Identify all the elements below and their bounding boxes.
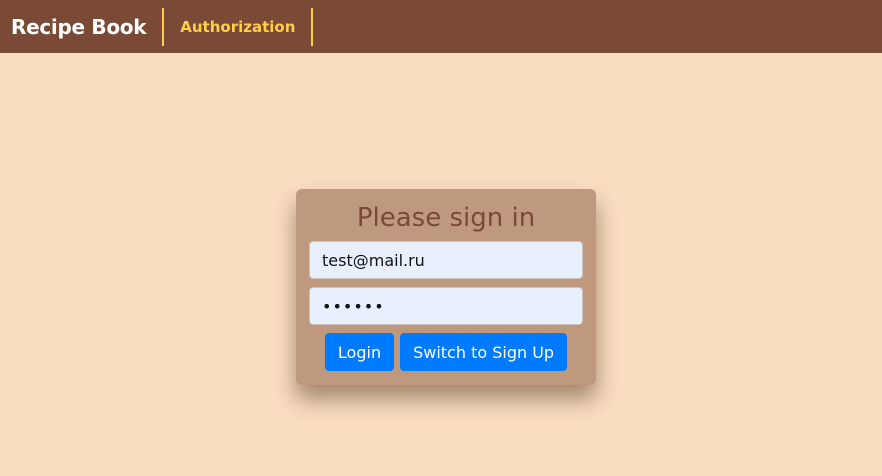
- login-card: Please sign in Login Switch to Sign Up: [296, 189, 596, 385]
- brand-title[interactable]: Recipe Book: [0, 8, 162, 46]
- navbar: Recipe Book Authorization: [0, 0, 882, 53]
- login-button[interactable]: Login: [324, 333, 395, 371]
- switch-to-signup-button[interactable]: Switch to Sign Up: [400, 333, 568, 371]
- login-title: Please sign in: [356, 203, 536, 233]
- email-field[interactable]: [309, 241, 583, 279]
- password-field[interactable]: [309, 287, 583, 325]
- button-row: Login Switch to Sign Up: [309, 333, 583, 371]
- nav-link-authorization[interactable]: Authorization: [162, 7, 314, 46]
